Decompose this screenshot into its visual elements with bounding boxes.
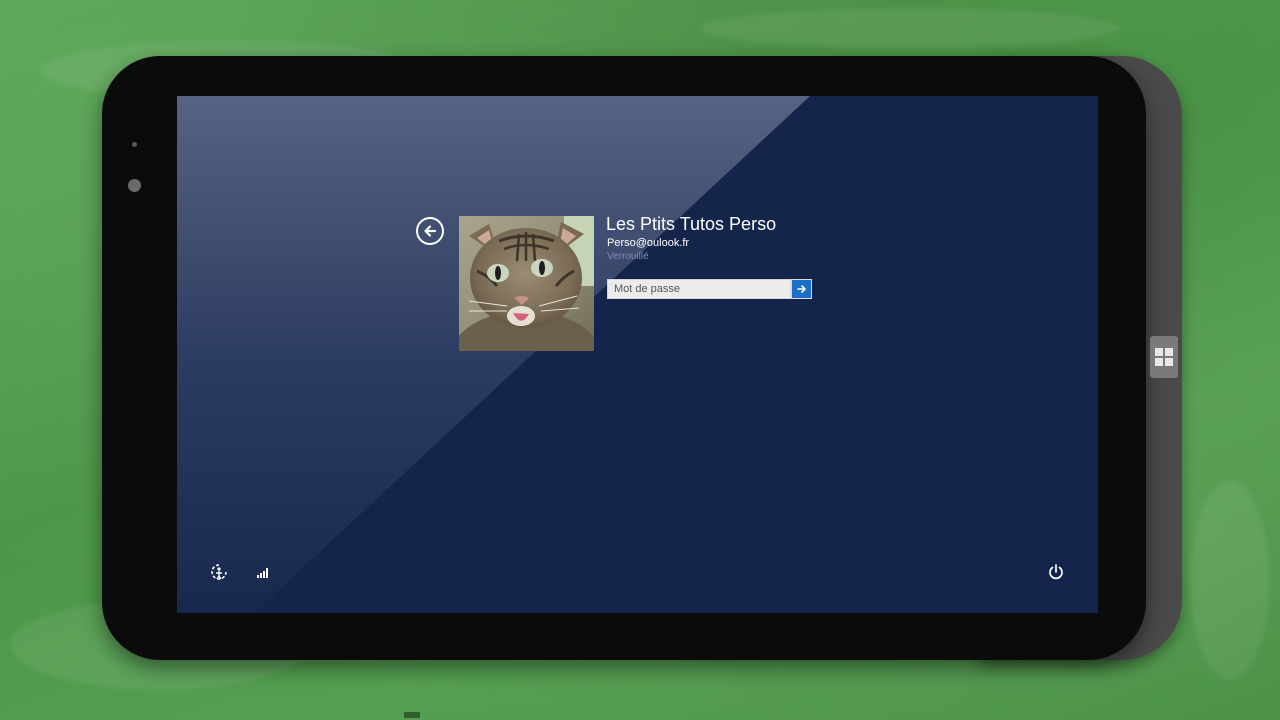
network-signal-icon bbox=[257, 568, 268, 578]
arrow-right-icon bbox=[796, 285, 806, 293]
windows-hardware-button[interactable] bbox=[1150, 336, 1178, 378]
ease-of-access-icon bbox=[211, 564, 227, 580]
lock-status: Verrouillé bbox=[607, 251, 649, 262]
power-icon bbox=[1049, 564, 1063, 580]
user-name: Les Ptits Tutos Perso bbox=[606, 214, 777, 234]
ease-of-access-button[interactable] bbox=[209, 562, 229, 582]
lock-screen: Les Ptits Tutos Perso Perso@oulook.fr Ve… bbox=[177, 96, 1098, 613]
chalk-smudge bbox=[1190, 480, 1270, 680]
front-camera bbox=[128, 179, 141, 192]
chalk-smudge bbox=[700, 8, 1120, 48]
power-button[interactable] bbox=[1046, 562, 1066, 582]
submit-button[interactable] bbox=[791, 279, 812, 299]
windows-logo-icon bbox=[1155, 348, 1173, 366]
cat-photo bbox=[459, 216, 594, 351]
back-arrow-icon bbox=[424, 225, 437, 237]
back-button[interactable] bbox=[416, 217, 444, 245]
front-sensor bbox=[132, 142, 137, 147]
network-button[interactable] bbox=[255, 564, 271, 580]
user-avatar bbox=[459, 216, 594, 351]
password-input[interactable] bbox=[607, 279, 791, 299]
screen-glare bbox=[177, 96, 810, 613]
user-email: Perso@oulook.fr bbox=[607, 237, 690, 249]
board-tape bbox=[404, 712, 420, 718]
